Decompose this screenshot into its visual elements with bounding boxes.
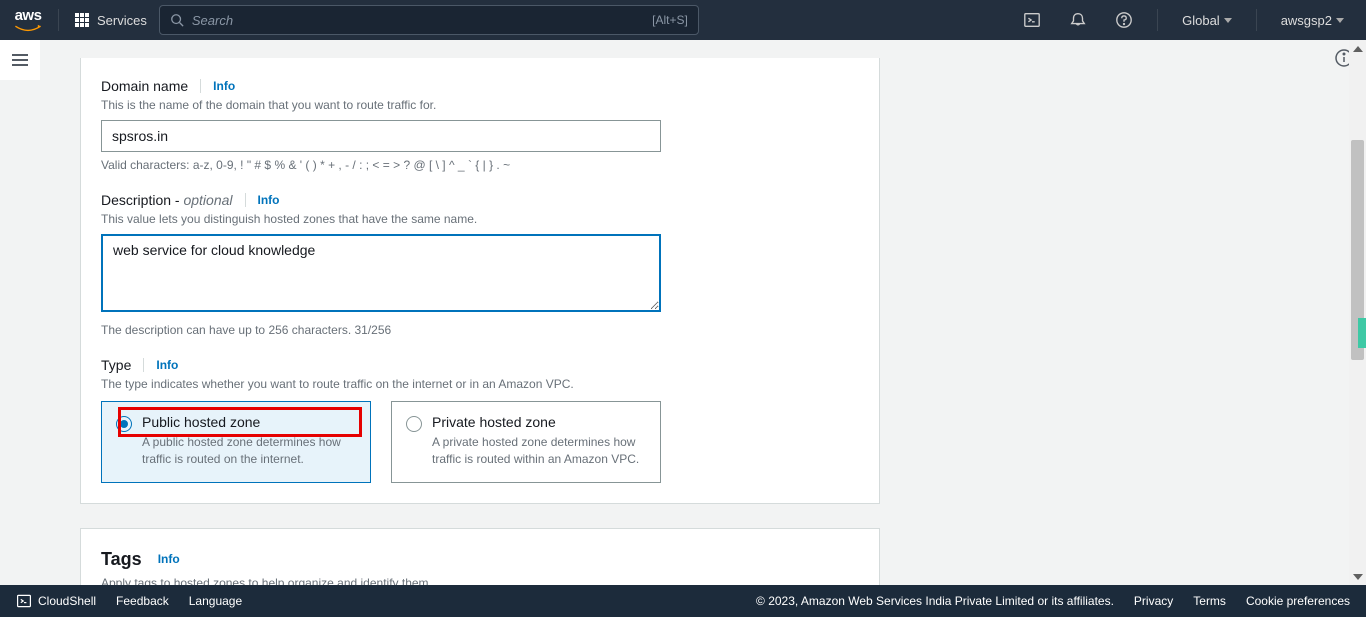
private-zone-desc: A private hosted zone determines how tra… bbox=[432, 434, 646, 468]
search-shortcut: [Alt+S] bbox=[652, 13, 688, 27]
grid-icon bbox=[75, 13, 89, 27]
feedback-link[interactable]: Feedback bbox=[116, 594, 169, 608]
domain-name-hint: Valid characters: a-z, 0-9, ! " # $ % & … bbox=[101, 158, 859, 172]
public-zone-radio[interactable]: Public hosted zone A public hosted zone … bbox=[101, 401, 371, 483]
search-bar[interactable]: [Alt+S] bbox=[159, 5, 699, 35]
account-label: awsgsp2 bbox=[1281, 13, 1332, 28]
tags-info-link[interactable]: Info bbox=[158, 552, 180, 566]
services-menu[interactable]: Services bbox=[75, 13, 147, 28]
tags-panel: Tags Info Apply tags to hosted zones to … bbox=[80, 528, 880, 585]
private-zone-title: Private hosted zone bbox=[432, 414, 646, 430]
notifications-icon-button[interactable] bbox=[1061, 3, 1095, 37]
account-menu[interactable]: awsgsp2 bbox=[1273, 13, 1352, 28]
copyright-text: © 2023, Amazon Web Services India Privat… bbox=[756, 594, 1114, 608]
tags-title: Tags bbox=[101, 549, 142, 570]
type-field: Type Info The type indicates whether you… bbox=[101, 357, 859, 483]
description-info-link[interactable]: Info bbox=[258, 193, 280, 207]
radio-icon bbox=[406, 416, 422, 432]
private-zone-radio[interactable]: Private hosted zone A private hosted zon… bbox=[391, 401, 661, 483]
type-info-link[interactable]: Info bbox=[156, 358, 178, 372]
vertical-scrollbar[interactable] bbox=[1349, 40, 1366, 585]
search-icon bbox=[170, 13, 184, 27]
caret-down-icon bbox=[1224, 18, 1232, 23]
side-nav-toggle[interactable] bbox=[0, 40, 40, 80]
caret-down-icon bbox=[1336, 18, 1344, 23]
region-label: Global bbox=[1182, 13, 1220, 28]
help-icon-button[interactable] bbox=[1107, 3, 1141, 37]
cloudshell-link[interactable]: CloudShell bbox=[16, 593, 96, 609]
description-input[interactable] bbox=[101, 234, 661, 312]
cookies-link[interactable]: Cookie preferences bbox=[1246, 594, 1350, 608]
scroll-up-button[interactable] bbox=[1349, 40, 1366, 57]
description-field: Description - optional Info This value l… bbox=[101, 192, 859, 337]
region-selector[interactable]: Global bbox=[1174, 13, 1240, 28]
top-nav: aws Services [Alt+S] Global awsgsp2 bbox=[0, 0, 1366, 40]
radio-icon bbox=[116, 416, 132, 432]
public-zone-desc: A public hosted zone determines how traf… bbox=[142, 434, 356, 468]
cloudshell-icon-button[interactable] bbox=[1015, 3, 1049, 37]
privacy-link[interactable]: Privacy bbox=[1134, 594, 1173, 608]
type-label: Type bbox=[101, 357, 131, 373]
domain-name-label: Domain name bbox=[101, 78, 188, 94]
search-input[interactable] bbox=[192, 13, 652, 28]
scroll-marker bbox=[1358, 318, 1366, 348]
domain-info-link[interactable]: Info bbox=[213, 79, 235, 93]
main-content: Domain name Info This is the name of the… bbox=[40, 40, 1320, 585]
domain-name-field: Domain name Info This is the name of the… bbox=[101, 78, 859, 172]
terms-link[interactable]: Terms bbox=[1193, 594, 1226, 608]
description-label: Description - optional bbox=[101, 192, 233, 208]
footer-bar: CloudShell Feedback Language © 2023, Ama… bbox=[0, 585, 1366, 617]
tags-desc: Apply tags to hosted zones to help organ… bbox=[101, 576, 859, 585]
hamburger-icon bbox=[12, 51, 28, 69]
aws-logo[interactable]: aws bbox=[14, 7, 42, 34]
description-hint: The description can have up to 256 chara… bbox=[101, 323, 859, 337]
language-link[interactable]: Language bbox=[189, 594, 242, 608]
services-label: Services bbox=[97, 13, 147, 28]
hosted-zone-config-panel: Domain name Info This is the name of the… bbox=[80, 58, 880, 504]
domain-name-desc: This is the name of the domain that you … bbox=[101, 98, 859, 112]
domain-name-input[interactable] bbox=[101, 120, 661, 152]
type-desc: The type indicates whether you want to r… bbox=[101, 377, 859, 391]
description-desc: This value lets you distinguish hosted z… bbox=[101, 212, 859, 226]
scroll-down-button[interactable] bbox=[1349, 568, 1366, 585]
public-zone-title: Public hosted zone bbox=[142, 414, 356, 430]
